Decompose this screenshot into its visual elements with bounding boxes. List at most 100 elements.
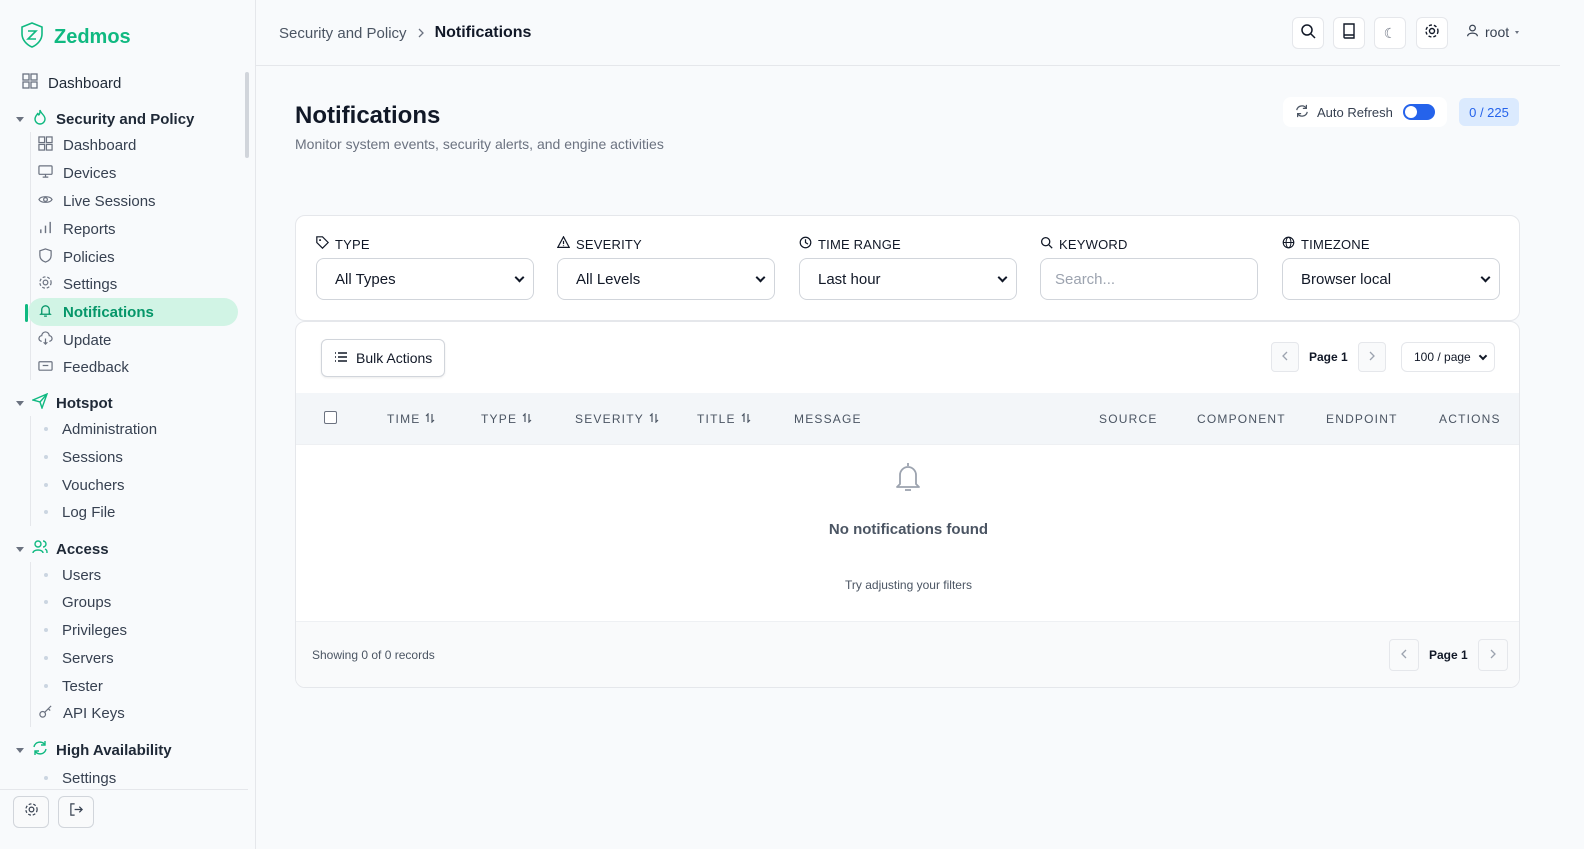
type-select[interactable]: All Types (316, 258, 534, 300)
sidebar-item-api-keys[interactable]: API Keys (28, 699, 238, 727)
chevron-left-icon (1282, 348, 1288, 366)
sidebar-item-label: Settings (63, 275, 118, 293)
logout-button[interactable] (58, 796, 94, 828)
timezone-filter-label: TIMEZONE (1301, 236, 1370, 252)
records-count: Showing 0 of 0 records (312, 648, 435, 662)
prev-page-button[interactable] (1389, 639, 1419, 671)
severity-select[interactable]: All Levels (557, 258, 775, 300)
breadcrumb-parent[interactable]: Security and Policy (279, 25, 407, 42)
select-all-checkbox[interactable] (324, 411, 337, 424)
sidebar-group-label: High Availability (56, 741, 172, 759)
sidebar-group-label: Security and Policy (56, 110, 195, 128)
sidebar-item-users[interactable]: Users (28, 561, 238, 589)
per-page-select[interactable]: 100 / page (1401, 342, 1495, 372)
column-header-type[interactable]: TYPE (481, 412, 532, 426)
empty-state-title: No notifications found (828, 521, 989, 538)
notification-count-badge: 0 / 225 (1459, 98, 1519, 126)
breadcrumb-current: Notifications (434, 24, 532, 41)
sidebar-item-dashboard[interactable]: Dashboard (16, 69, 226, 97)
sidebar-item-feedback[interactable]: Feedback (28, 353, 238, 381)
sidebar-item-label: Reports (63, 220, 116, 238)
sidebar-item-label: Groups (62, 593, 112, 611)
sidebar-item-tester[interactable]: Tester (28, 672, 238, 700)
column-header-time[interactable]: TIME (387, 412, 435, 426)
page-indicator: Page 1 (1309, 350, 1348, 364)
column-header-severity[interactable]: SEVERITY (575, 412, 659, 426)
flame-icon (32, 109, 48, 129)
bulk-actions-label: Bulk Actions (356, 350, 433, 366)
keyword-input[interactable]: Search... (1040, 258, 1258, 300)
sidebar-group-hotspot[interactable]: Hotspot (16, 392, 113, 413)
sidebar-item-label: Settings (62, 769, 117, 787)
docs-button[interactable] (1333, 17, 1365, 49)
sidebar-item-live-sessions[interactable]: Live Sessions (28, 187, 238, 215)
grid-icon (22, 73, 38, 93)
settings-button[interactable] (1416, 17, 1448, 49)
time-range-filter: TIME RANGE Last hour (799, 236, 1017, 300)
sidebar-item-administration[interactable]: Administration (28, 415, 238, 443)
bulk-actions-button[interactable]: Bulk Actions (321, 339, 445, 377)
top-bar: Security and Policy Notifications ☾ (256, 0, 1560, 66)
page-scrollbar[interactable] (1560, 0, 1584, 849)
sidebar-group-security-and-policy[interactable]: Security and Policy (16, 109, 194, 129)
sidebar-settings-button[interactable] (13, 796, 49, 828)
shield-logo-icon (20, 22, 44, 53)
next-page-button[interactable] (1357, 342, 1386, 372)
bullet-dot (44, 427, 48, 431)
bullet-dot (44, 510, 48, 514)
sidebar-item-vouchers[interactable]: Vouchers (28, 471, 238, 499)
sidebar-item-devices[interactable]: Devices (28, 159, 238, 187)
book-icon (1341, 22, 1357, 44)
key-icon (38, 704, 53, 723)
timezone-filter: TIMEZONE Browser local (1282, 236, 1500, 300)
sidebar-item-ha-settings[interactable]: Settings (28, 764, 238, 789)
sidebar-item-update[interactable]: Update (28, 326, 238, 354)
sidebar-item-label: Feedback (63, 358, 129, 376)
chevron-down-icon (1480, 272, 1491, 282)
bell-icon (38, 303, 53, 322)
next-page-button[interactable] (1477, 639, 1508, 671)
sidebar-item-label: Policies (63, 248, 115, 266)
send-icon (30, 392, 49, 413)
user-menu[interactable]: root (1466, 24, 1520, 40)
sidebar-item-reports[interactable]: Reports (28, 215, 238, 243)
group-divider (30, 562, 31, 727)
brand[interactable]: Zedmos (20, 22, 131, 53)
chevron-down-icon (16, 747, 24, 753)
sidebar-item-groups[interactable]: Groups (28, 588, 238, 616)
sidebar-item-label: Dashboard (63, 136, 137, 154)
type-select-value: All Types (335, 270, 396, 288)
sidebar-item-policies[interactable]: Policies (28, 243, 238, 271)
eye-icon (38, 192, 53, 211)
chevron-down-icon (997, 272, 1008, 282)
keyword-filter-label: KEYWORD (1059, 236, 1128, 252)
sidebar-item-label: Update (63, 331, 112, 349)
sidebar-item-servers[interactable]: Servers (28, 644, 238, 672)
users-icon (32, 539, 48, 559)
empty-state-subtitle: Try adjusting your filters (845, 578, 972, 592)
prev-page-button[interactable] (1271, 342, 1299, 372)
sidebar-group-high-availability[interactable]: High Availability (16, 740, 172, 760)
sidebar-item-sp-dashboard[interactable]: Dashboard (28, 131, 238, 159)
sidebar-item-privileges[interactable]: Privileges (28, 616, 238, 644)
sidebar-item-settings[interactable]: Settings (28, 270, 238, 298)
sidebar-scrollbar[interactable] (245, 72, 249, 158)
user-icon (1466, 24, 1479, 40)
search-button[interactable] (1292, 17, 1324, 49)
sidebar-item-notifications[interactable]: Notifications (28, 298, 238, 326)
sidebar-item-sessions[interactable]: Sessions (28, 443, 238, 471)
severity-filter: SEVERITY All Levels (556, 235, 775, 300)
sidebar-group-access[interactable]: Access (16, 539, 109, 559)
chevron-down-icon (755, 272, 766, 282)
sort-icon (522, 412, 532, 426)
time-range-filter-label: TIME RANGE (818, 236, 901, 252)
timezone-select[interactable]: Browser local (1282, 258, 1500, 300)
column-header-title[interactable]: TITLE (697, 412, 751, 426)
time-range-select[interactable]: Last hour (799, 258, 1017, 300)
sidebar-item-log-file[interactable]: Log File (28, 498, 238, 526)
bullet-dot (44, 455, 48, 459)
auto-refresh-toggle[interactable] (1403, 104, 1435, 120)
theme-toggle-button[interactable]: ☾ (1374, 17, 1406, 49)
sidebar-item-label: Notifications (63, 303, 154, 321)
gear-icon (38, 275, 53, 294)
